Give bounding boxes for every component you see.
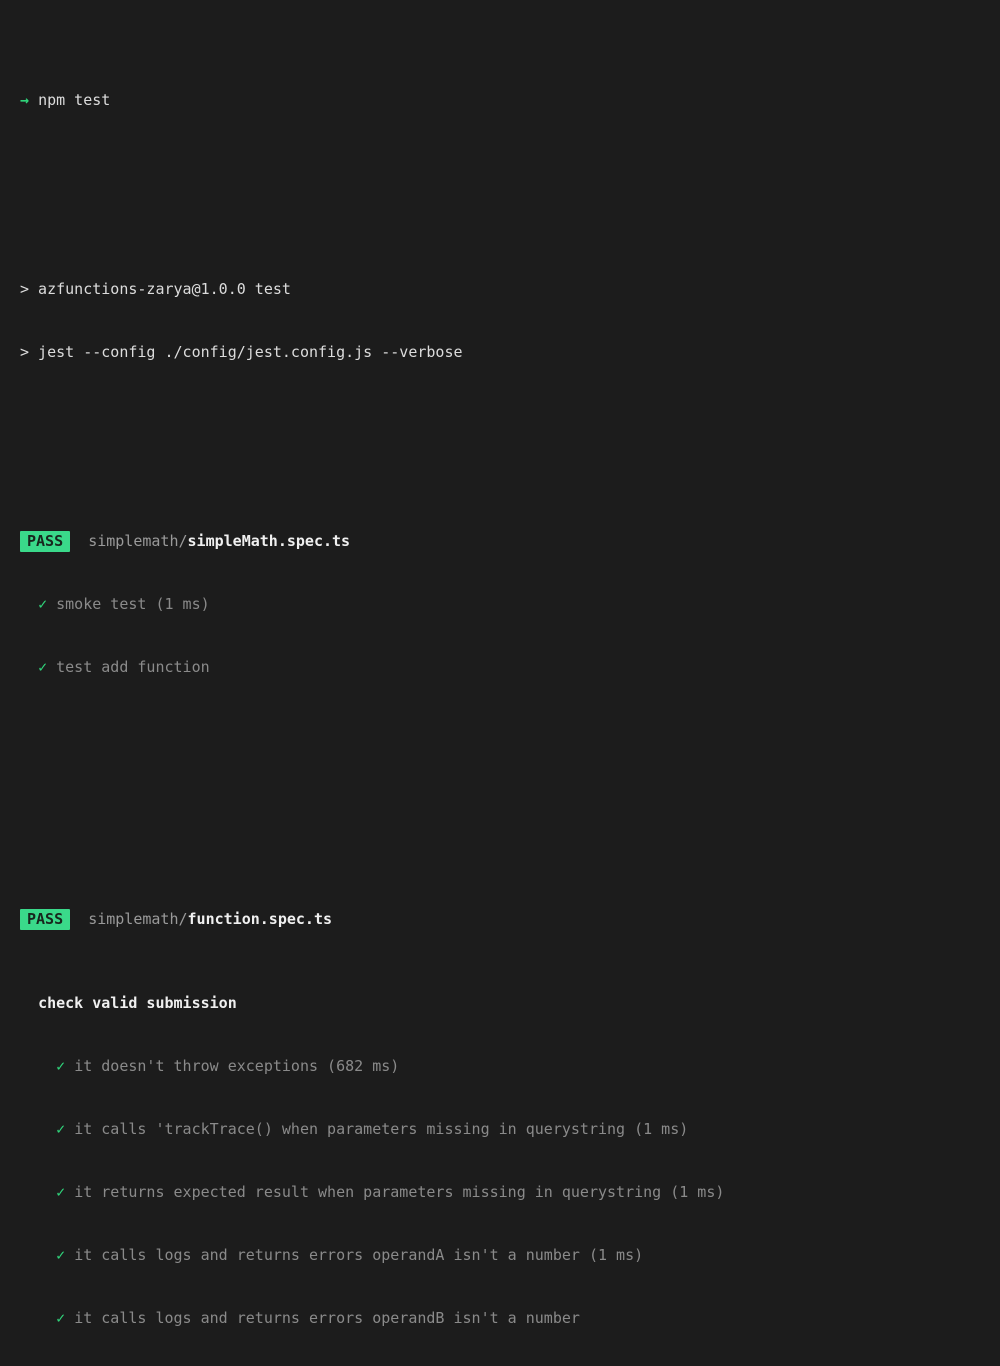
test-label: it calls 'trackTrace() when parameters m…	[74, 1120, 689, 1138]
suite-file[interactable]: simpleMath.spec.ts	[188, 532, 351, 550]
suite-header: PASS simplemath/simpleMath.spec.ts	[20, 531, 1000, 552]
test-label: smoke test (1 ms)	[56, 595, 210, 613]
check-icon: ✓	[56, 1120, 66, 1138]
check-icon: ✓	[38, 658, 48, 676]
suite-path: simplemath/	[88, 910, 188, 928]
suite-file[interactable]: function.spec.ts	[188, 910, 333, 928]
test-line: ✓ test add function	[20, 657, 1000, 678]
test-label: it returns expected result when paramete…	[74, 1183, 725, 1201]
suite-path: simplemath/	[88, 532, 188, 550]
test-line: ✓ smoke test (1 ms)	[20, 594, 1000, 615]
test-label: it doesn't throw exceptions (682 ms)	[74, 1057, 400, 1075]
test-line: ✓ it calls logs and returns errors opera…	[20, 1308, 1000, 1329]
test-line: ✓ it returns expected result when parame…	[20, 1182, 1000, 1203]
status-badge: PASS	[20, 531, 71, 552]
check-icon: ✓	[38, 595, 48, 613]
terminal-window[interactable]: → npm test > azfunctions-zarya@1.0.0 tes…	[0, 0, 1000, 1327]
npm-package-line: > azfunctions-zarya@1.0.0 test	[20, 280, 291, 298]
describe-label: check valid submission	[20, 993, 1000, 1014]
npm-script-line: > jest --config ./config/jest.config.js …	[20, 343, 463, 361]
test-line: ✓ it calls 'trackTrace() when parameters…	[20, 1119, 1000, 1140]
check-icon: ✓	[56, 1183, 66, 1201]
check-icon: ✓	[56, 1057, 66, 1075]
test-line: ✓ it calls logs and returns errors opera…	[20, 1245, 1000, 1266]
test-line: ✓ it doesn't throw exceptions (682 ms)	[20, 1056, 1000, 1077]
arrow-right-icon: →	[20, 91, 30, 109]
test-label: it calls logs and returns errors operand…	[74, 1309, 580, 1327]
prompt-line: → npm test	[20, 90, 1000, 111]
check-icon: ✓	[56, 1309, 66, 1327]
test-label: test add function	[56, 658, 210, 676]
test-label: it calls logs and returns errors operand…	[74, 1246, 644, 1264]
check-icon: ✓	[56, 1246, 66, 1264]
status-badge: PASS	[20, 909, 71, 930]
prompt-command: npm test	[38, 91, 111, 109]
suite-header: PASS simplemath/function.spec.ts	[20, 909, 1000, 930]
describe-text: check valid submission	[38, 994, 237, 1012]
